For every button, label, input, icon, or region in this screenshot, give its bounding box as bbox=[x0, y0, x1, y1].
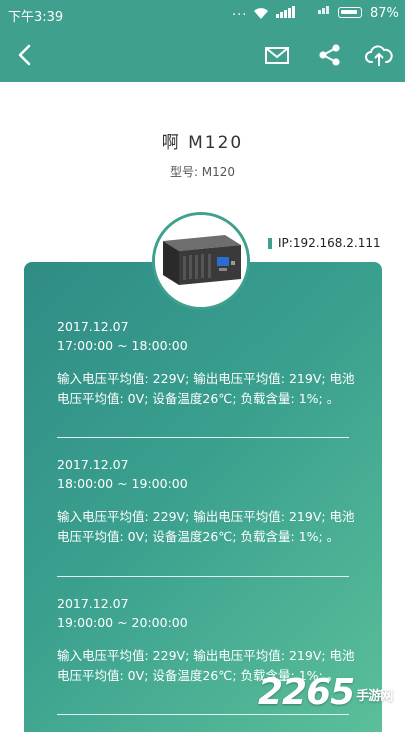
record-date: 2017.12.07 bbox=[57, 457, 129, 472]
signal-icon bbox=[276, 6, 295, 18]
record-time-range: 19:00:00 ~ 20:00:00 bbox=[57, 615, 188, 630]
status-bar: 下午3:39 ... 87% bbox=[0, 0, 405, 28]
wifi-icon bbox=[254, 8, 268, 19]
record-data: 输入电压平均值: 229V; 输出电压平均值: 219V; 电池电压平均值: 0… bbox=[57, 509, 355, 544]
ups-device-image bbox=[155, 215, 247, 307]
record-divider bbox=[57, 714, 349, 715]
record-divider bbox=[57, 437, 349, 438]
record-data: 输入电压平均值: 229V; 输出电压平均值: 219V; 电池电压平均值: 0… bbox=[57, 371, 355, 406]
record-time-range: 17:00:00 ~ 18:00:00 bbox=[57, 338, 188, 353]
signal-2-icon bbox=[318, 6, 329, 14]
back-arrow-icon[interactable] bbox=[10, 40, 40, 70]
ip-marker bbox=[268, 237, 272, 249]
device-ip: IP:192.168.2.111 bbox=[268, 236, 381, 250]
record-divider bbox=[57, 576, 349, 577]
share-icon[interactable] bbox=[315, 40, 345, 70]
notification-dots: ... bbox=[232, 4, 248, 19]
status-time: 下午3:39 bbox=[8, 10, 64, 25]
device-model: 型号: M120 bbox=[169, 165, 236, 179]
record-item[interactable]: 2017.12.07 17:00:00 ~ 18:00:00 输入电压平均值: … bbox=[57, 317, 357, 408]
battery-icon bbox=[338, 7, 362, 18]
watermark-logo: 2265 手游网 bbox=[258, 672, 393, 713]
device-name: 啊 M120 bbox=[161, 133, 244, 153]
device-avatar bbox=[152, 212, 250, 310]
watermark-suffix: 手游网 bbox=[356, 688, 393, 704]
cloud-upload-icon[interactable] bbox=[364, 40, 394, 70]
mail-icon[interactable] bbox=[262, 40, 292, 70]
device-ip-text: IP:192.168.2.111 bbox=[278, 236, 381, 250]
record-date: 2017.12.07 bbox=[57, 596, 129, 611]
record-item[interactable]: 2017.12.07 18:00:00 ~ 19:00:00 输入电压平均值: … bbox=[57, 455, 357, 546]
record-date: 2017.12.07 bbox=[57, 319, 129, 334]
watermark-number: 2265 bbox=[258, 672, 355, 713]
record-time-range: 18:00:00 ~ 19:00:00 bbox=[57, 476, 188, 491]
battery-percent: 87% bbox=[370, 6, 399, 21]
